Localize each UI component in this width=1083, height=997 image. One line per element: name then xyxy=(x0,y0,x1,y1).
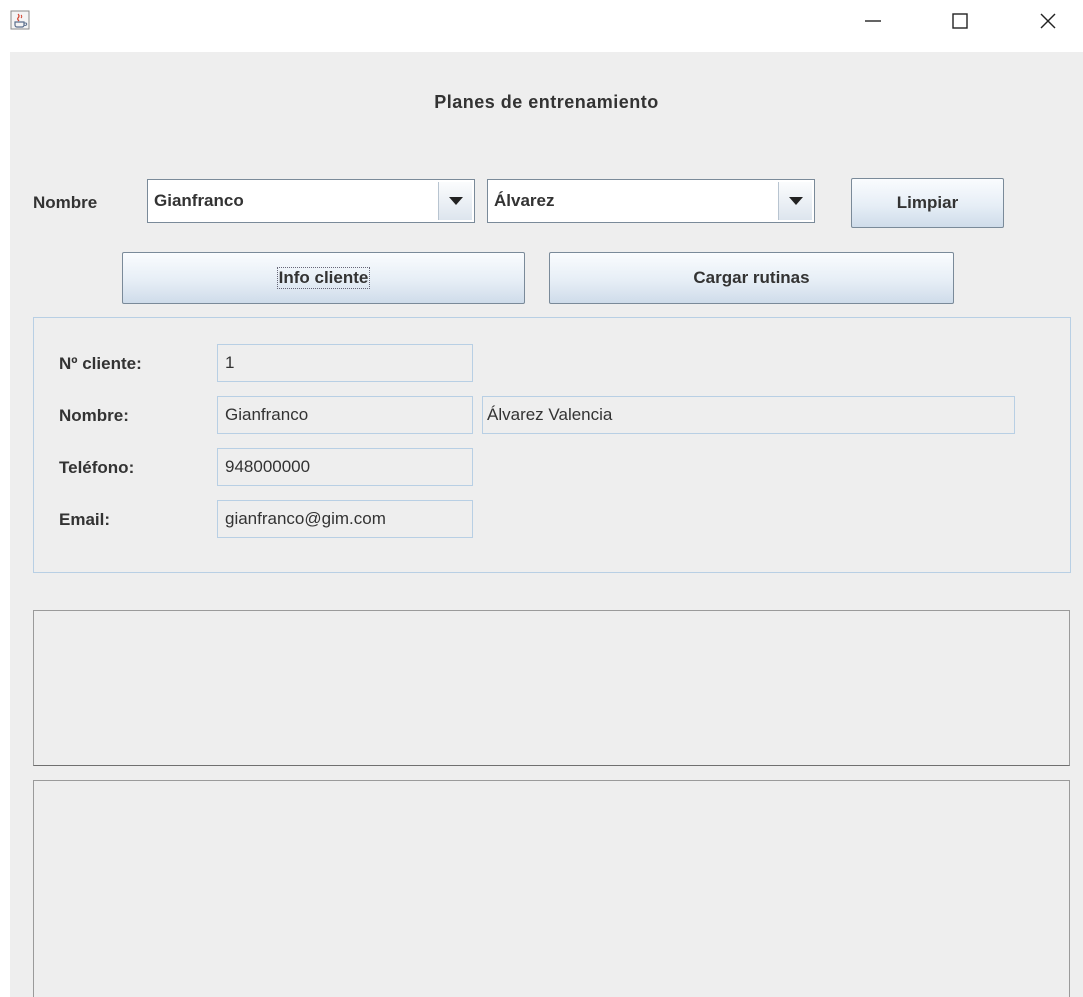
clear-button-label: Limpiar xyxy=(896,193,959,212)
maximize-button[interactable] xyxy=(930,0,990,42)
load-routines-button-label: Cargar rutinas xyxy=(693,268,810,287)
close-icon xyxy=(1040,13,1056,29)
client-email-label: Email: xyxy=(59,510,111,529)
maximize-icon xyxy=(952,13,968,29)
routines-text-area-2[interactable] xyxy=(33,780,1070,997)
name-label: Nombre xyxy=(33,193,98,212)
client-number-field[interactable]: 1 xyxy=(217,344,473,382)
info-client-button[interactable]: Info cliente xyxy=(122,252,525,304)
page-title: Planes de entrenamiento xyxy=(434,92,659,112)
chevron-down-icon xyxy=(788,197,803,205)
last-name-combo-arrow[interactable] xyxy=(778,182,812,220)
client-number-label: Nº cliente: xyxy=(59,354,142,373)
last-name-combo[interactable]: Álvarez xyxy=(487,179,815,223)
routines-text-area-1[interactable] xyxy=(33,610,1070,766)
chevron-down-icon xyxy=(448,197,463,205)
client-first-name-field[interactable]: Gianfranco xyxy=(217,396,473,434)
client-name-label: Nombre: xyxy=(59,406,129,425)
close-button[interactable] xyxy=(1018,0,1078,42)
minimize-button[interactable] xyxy=(843,0,903,42)
first-name-combo[interactable]: Gianfranco xyxy=(147,179,475,223)
client-phone-label: Teléfono: xyxy=(59,458,135,477)
window-titlebar xyxy=(0,0,1083,52)
first-name-combo-arrow[interactable] xyxy=(438,182,472,220)
minimize-icon xyxy=(865,20,881,22)
client-email-field[interactable]: gianfranco@gim.com xyxy=(217,500,473,538)
last-name-combo-value: Álvarez xyxy=(494,191,555,210)
info-client-button-label: Info cliente xyxy=(276,267,371,289)
client-phone-field[interactable]: 948000000 xyxy=(217,448,473,486)
clear-button[interactable]: Limpiar xyxy=(851,178,1004,228)
client-info-panel xyxy=(33,317,1071,573)
java-cup-icon[interactable] xyxy=(10,10,30,30)
client-surnames-field[interactable]: Álvarez Valencia xyxy=(482,396,1015,434)
load-routines-button[interactable]: Cargar rutinas xyxy=(549,252,954,304)
first-name-combo-value: Gianfranco xyxy=(154,191,244,210)
